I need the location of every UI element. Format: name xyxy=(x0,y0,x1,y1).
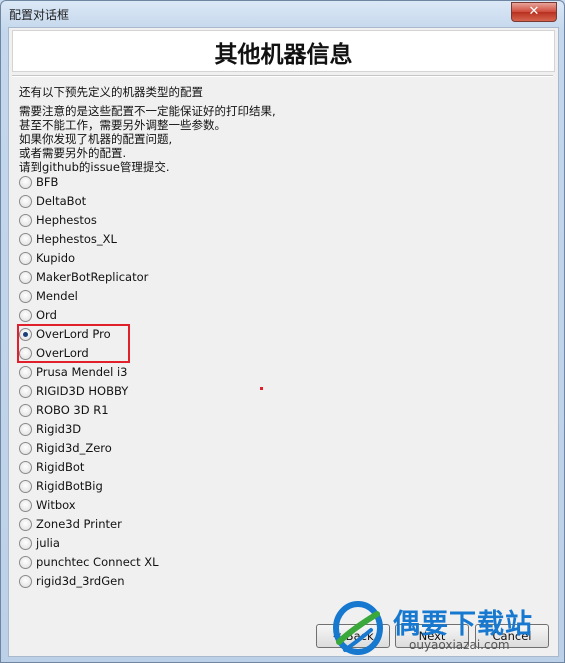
radio-button-icon[interactable] xyxy=(19,233,32,246)
machine-radio-option[interactable]: Ord xyxy=(19,307,219,325)
machine-radio-label: rigid3d_3rdGen xyxy=(36,574,125,588)
machine-radio-option[interactable]: Zone3d Printer xyxy=(19,516,219,534)
machine-radio-option[interactable]: Mendel xyxy=(19,288,219,306)
radio-button-icon[interactable] xyxy=(19,404,32,417)
watermark: 偶要下载站 ouyaoxiazai.com xyxy=(331,598,561,662)
machine-radio-option[interactable]: ROBO 3D R1 xyxy=(19,402,219,420)
machine-radio-label: RigidBotBig xyxy=(36,479,103,493)
machine-radio-label: MakerBotReplicator xyxy=(36,270,149,284)
description-line: 请到github的issue管理提交. xyxy=(19,160,170,174)
page-title: 其他机器信息 xyxy=(214,41,353,68)
machine-radio-label: RigidBot xyxy=(36,460,85,474)
machine-radio-label: Hephestos xyxy=(36,213,97,227)
radio-button-icon[interactable] xyxy=(19,480,32,493)
machine-radio-option[interactable]: punchtec Connect XL xyxy=(19,554,219,572)
radio-button-icon[interactable] xyxy=(19,499,32,512)
machine-radio-label: Witbox xyxy=(36,498,76,512)
radio-button-icon[interactable] xyxy=(19,176,32,189)
machine-radio-option[interactable]: rigid3d_3rdGen xyxy=(19,573,219,591)
radio-button-icon[interactable] xyxy=(19,214,32,227)
radio-button-icon[interactable] xyxy=(19,271,32,284)
watermark-title: 偶要下载站 xyxy=(393,609,533,640)
machine-radio-label: Prusa Mendel i3 xyxy=(36,365,128,379)
machine-radio-option[interactable]: RigidBot xyxy=(19,459,219,477)
machine-radio-option[interactable]: Hephestos xyxy=(19,212,219,230)
radio-button-icon[interactable] xyxy=(19,537,32,550)
machine-radio-option[interactable]: DeltaBot xyxy=(19,193,219,211)
machine-radio-option[interactable]: Prusa Mendel i3 xyxy=(19,364,219,382)
machine-radio-option[interactable]: RIGID3D HOBBY xyxy=(19,383,219,401)
machine-radio-label: Mendel xyxy=(36,289,78,303)
radio-button-icon[interactable] xyxy=(19,575,32,588)
close-button[interactable]: ✕ xyxy=(511,2,557,22)
machine-radio-option[interactable]: BFB xyxy=(19,174,219,192)
machine-radio-option[interactable]: Rigid3D xyxy=(19,421,219,439)
description-intro: 还有以下预先定义的机器类型的配置 xyxy=(19,85,203,99)
watermark-domain: ouyaoxiazai.com xyxy=(409,638,510,652)
radio-button-icon[interactable] xyxy=(19,252,32,265)
radio-button-icon[interactable] xyxy=(19,423,32,436)
radio-button-icon[interactable] xyxy=(19,556,32,569)
radio-button-icon[interactable] xyxy=(19,442,32,455)
radio-button-icon[interactable] xyxy=(19,385,32,398)
machine-radio-label: Rigid3D xyxy=(36,422,82,436)
machine-radio-option[interactable]: MakerBotReplicator xyxy=(19,269,219,287)
divider xyxy=(12,75,553,77)
machine-radio-option[interactable]: Hephestos_XL xyxy=(19,231,219,249)
watermark-logo-icon xyxy=(333,601,383,655)
radio-button-icon[interactable] xyxy=(19,518,32,531)
machine-radio-label: Kupido xyxy=(36,251,76,265)
machine-radio-option[interactable]: Witbox xyxy=(19,497,219,515)
machine-radio-label: julia xyxy=(36,536,60,550)
machine-radio-label: Zone3d Printer xyxy=(36,517,122,531)
header-panel: 其他机器信息 xyxy=(12,30,555,72)
window-title: 配置对话框 xyxy=(9,8,70,22)
machine-radio-label: DeltaBot xyxy=(36,194,87,208)
dialog-window: 配置对话框 ✕ 其他机器信息 还有以下预先定义的机器类型的配置 需要注意的是这些… xyxy=(0,0,565,663)
machine-radio-label: BFB xyxy=(36,175,59,189)
title-bar[interactable]: 配置对话框 ✕ xyxy=(1,1,564,25)
machine-radio-label: Hephestos_XL xyxy=(36,232,117,246)
machine-radio-label: ROBO 3D R1 xyxy=(36,403,109,417)
dialog-client-area: 其他机器信息 还有以下预先定义的机器类型的配置 需要注意的是这些配置不一定能保证… xyxy=(8,27,559,657)
radio-button-icon[interactable] xyxy=(19,195,32,208)
machine-radio-label: punchtec Connect XL xyxy=(36,555,159,569)
machine-radio-option[interactable]: julia xyxy=(19,535,219,553)
radio-button-icon[interactable] xyxy=(19,366,32,379)
radio-button-icon[interactable] xyxy=(19,290,32,303)
machine-radio-label: Ord xyxy=(36,308,57,322)
machine-radio-option[interactable]: Rigid3d_Zero xyxy=(19,440,219,458)
radio-button-icon[interactable] xyxy=(19,461,32,474)
highlight-box xyxy=(17,324,130,363)
machine-radio-label: Rigid3d_Zero xyxy=(36,441,112,455)
machine-radio-option[interactable]: Kupido xyxy=(19,250,219,268)
machine-radio-option[interactable]: RigidBotBig xyxy=(19,478,219,496)
radio-button-icon[interactable] xyxy=(19,309,32,322)
machine-radio-label: RIGID3D HOBBY xyxy=(36,384,129,398)
red-marker xyxy=(260,387,263,390)
